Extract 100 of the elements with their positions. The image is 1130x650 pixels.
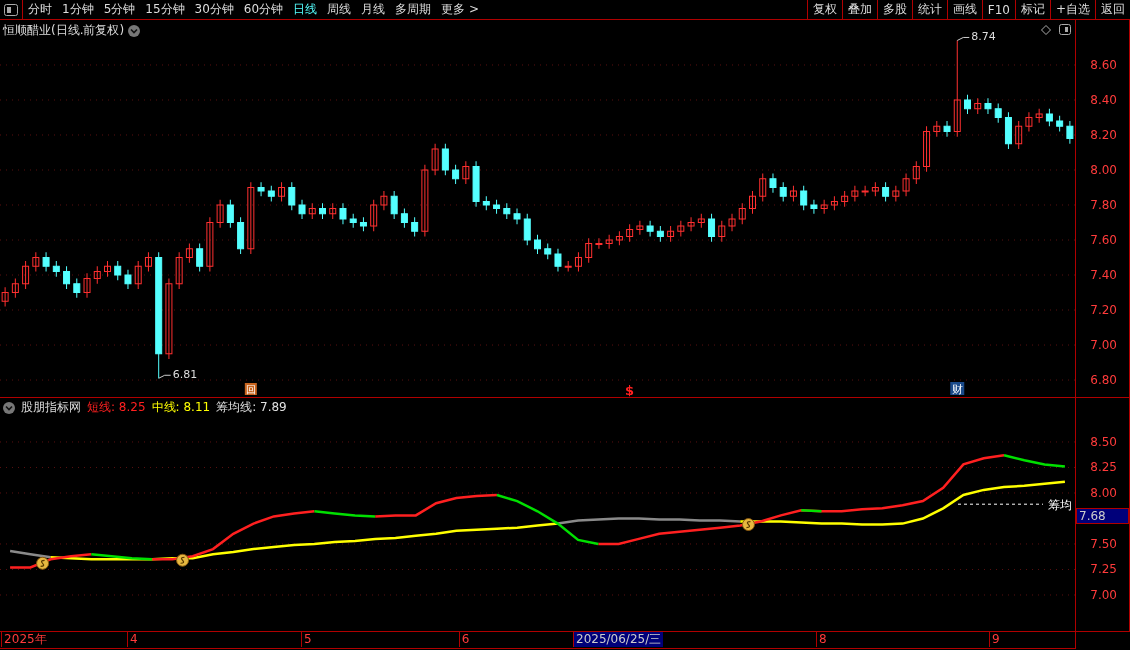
candlestick (462, 160, 470, 185)
candlestick (298, 199, 306, 220)
money-bag-icon (36, 556, 50, 570)
candlestick (237, 216, 245, 255)
candlestick (216, 199, 224, 229)
chart-title: 恒顺醋业(日线.前复权) (3, 22, 125, 39)
money-bag-icon (741, 518, 755, 532)
period-tab[interactable]: 多周期 (390, 0, 437, 19)
indicator-readout: 中线: 8.11 (151, 399, 211, 416)
panel-toggle-icon[interactable] (4, 3, 18, 16)
axis-label: 7.50 (1090, 536, 1117, 551)
indicator-name: 股朋指标网 (21, 399, 81, 416)
period-tab[interactable]: 15分钟 (140, 0, 190, 19)
candlestick (523, 213, 531, 246)
candlestick (769, 173, 777, 194)
event-marker[interactable]: 回 (244, 383, 257, 395)
candlestick (534, 234, 541, 255)
candlestick (984, 97, 992, 115)
candlestick (349, 213, 357, 229)
axis-label: 8.40 (1090, 93, 1117, 107)
diamond-icon[interactable] (1041, 24, 1051, 35)
axis-label: 8.60 (1090, 57, 1117, 72)
candlestick (667, 225, 675, 243)
toolbar-button[interactable]: 多股 (876, 0, 912, 19)
candlestick (144, 251, 152, 272)
candlestick (482, 195, 490, 211)
period-tab[interactable]: 30分钟 (189, 0, 239, 19)
candlestick (493, 199, 501, 215)
candlestick (830, 195, 838, 211)
candlestick (114, 260, 122, 281)
candlestick (882, 181, 890, 202)
candlestick (32, 251, 40, 272)
panel-toggle-icon[interactable] (1059, 24, 1071, 35)
toolbar-button[interactable]: +自选 (1049, 0, 1095, 19)
candlestick (93, 265, 101, 285)
candlestick (759, 173, 767, 202)
candlestick (257, 181, 265, 197)
axis-label: 7.00 (1090, 588, 1117, 602)
candlestick (503, 202, 511, 220)
axis-label: 8.00 (1090, 485, 1117, 500)
date-label: 9 (989, 632, 1002, 647)
candlestick (134, 260, 142, 290)
candlestick (308, 202, 316, 220)
period-tab[interactable]: 日线 (288, 0, 323, 19)
period-tab[interactable]: 60分钟 (238, 0, 289, 19)
candlestick (1056, 115, 1064, 132)
candlestick (636, 220, 644, 236)
candlestick (411, 216, 419, 237)
candlestick (605, 234, 613, 250)
leader-line (158, 374, 172, 379)
toolbar-button[interactable]: 画线 (946, 0, 982, 19)
event-marker[interactable]: $ (625, 383, 635, 397)
period-tab[interactable]: 月线 (356, 0, 391, 19)
candlestick (861, 185, 869, 197)
candlestick (63, 265, 71, 290)
candlestick (452, 164, 460, 185)
candlestick (595, 237, 603, 250)
candlestick (687, 216, 695, 232)
candlestick (370, 199, 378, 232)
period-tab[interactable]: 1分钟 (57, 0, 99, 19)
date-label: 2025年 (1, 632, 49, 647)
candlestick (73, 278, 81, 299)
candlestick (319, 202, 326, 220)
period-tab[interactable]: 分时 (23, 0, 57, 19)
dropdown-icon[interactable] (128, 24, 141, 37)
toolbar-button[interactable]: 复权 (806, 0, 842, 19)
axis-label: 7.80 (1090, 198, 1117, 212)
axis-label: 7.00 (1090, 338, 1117, 352)
toolbar-button[interactable]: 标记 (1014, 0, 1050, 19)
period-tab[interactable]: 周线 (322, 0, 357, 19)
date-label: 4 (127, 632, 140, 647)
candlestick (1025, 111, 1033, 132)
axis-label: 8.00 (1090, 163, 1117, 177)
toolbar-button[interactable]: 叠加 (841, 0, 877, 19)
candlestick (912, 160, 920, 185)
candlestick (329, 202, 337, 220)
candlestick (206, 216, 214, 272)
period-tab[interactable]: 5分钟 (98, 0, 141, 19)
candlestick (11, 278, 19, 299)
candlestick (124, 269, 132, 290)
toolbar-button[interactable]: F10 (981, 0, 1015, 19)
event-marker[interactable]: 财 (950, 382, 965, 396)
candlestick (1035, 108, 1043, 124)
candlestick (1015, 120, 1023, 150)
period-tab[interactable]: 更多 > (436, 0, 484, 19)
indicator-readout: 筹均线: 7.89 (216, 399, 287, 416)
toolbar-button[interactable]: 统计 (911, 0, 947, 19)
candlestick (22, 260, 30, 290)
axis-label: 7.25 (1090, 562, 1117, 577)
candlestick (964, 94, 971, 115)
axis-label: 8.50 (1090, 434, 1117, 449)
axis-label: 8.25 (1090, 460, 1117, 475)
dropdown-icon[interactable] (3, 401, 15, 414)
toolbar-button[interactable]: 返回 (1095, 0, 1130, 19)
candlestick (226, 199, 234, 229)
candlestick (708, 213, 716, 243)
candlestick (472, 160, 480, 208)
money-bag-icon (176, 553, 190, 567)
cursor-date-label: 2025/06/25/三 (573, 632, 664, 647)
candlestick (646, 220, 654, 237)
